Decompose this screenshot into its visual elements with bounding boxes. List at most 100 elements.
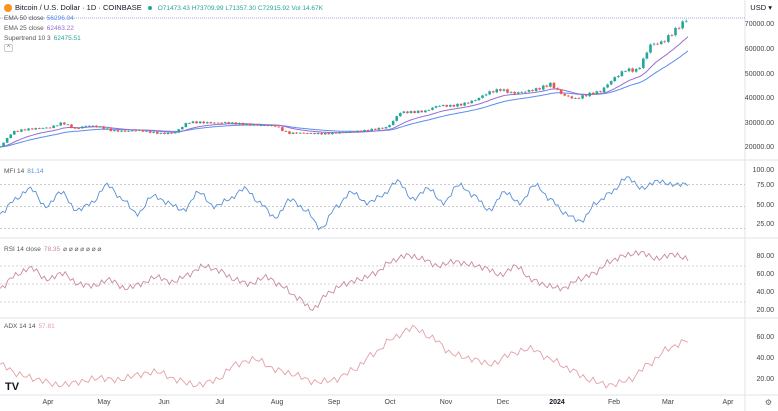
candle-body (599, 91, 602, 93)
adx-value: 57.81 (38, 323, 55, 330)
mfi-axis-label: 75.00 (756, 182, 774, 189)
candle-body (449, 104, 452, 107)
candle-body (398, 112, 402, 117)
candle-body (670, 35, 674, 37)
candle-body (323, 132, 327, 135)
candle-body (617, 76, 620, 78)
candle-body (524, 91, 527, 93)
market-status-icon (147, 6, 152, 11)
candle-body (138, 130, 141, 131)
candle-body (381, 127, 384, 129)
candle-body (30, 128, 34, 130)
candle-body (195, 121, 198, 124)
candle-body (384, 127, 388, 129)
currency-selector[interactable]: USD ▾ (750, 3, 772, 12)
rsi-legend[interactable]: RSI 14 close 78.35 ⌀ ⌀ ⌀ ⌀ ⌀ ⌀ ⌀ (4, 245, 101, 253)
candle-body (495, 89, 499, 93)
candle-body (2, 142, 5, 147)
candle-body (645, 52, 649, 59)
candle-body (223, 122, 227, 124)
candle-body (520, 91, 524, 93)
time-axis-label: May (97, 399, 111, 406)
candle-body (370, 128, 373, 131)
candle-body (627, 68, 631, 72)
chevron-down-icon: ▾ (768, 3, 772, 12)
candle-body (252, 124, 256, 126)
candle-body (281, 127, 284, 131)
tradingview-logo[interactable]: TV (5, 381, 19, 393)
ema25-legend[interactable]: EMA 25 close 62463.22 (4, 25, 74, 32)
ema50-legend[interactable]: EMA 50 close 56296.04 (4, 15, 74, 22)
candle-body (148, 130, 152, 133)
candle-body (656, 43, 659, 45)
supertrend-legend[interactable]: Supertrend 10 3 62475.51 (4, 35, 81, 42)
mfi-legend[interactable]: MFI 14 81.14 (4, 168, 44, 175)
candle-body (570, 96, 574, 99)
candle-body (152, 131, 155, 133)
price-axis-label: 60000.00 (744, 46, 774, 53)
candle-body (263, 125, 266, 127)
candle-body (466, 102, 470, 104)
bitcoin-logo-icon (4, 4, 12, 13)
rsi-label: RSI 14 close (4, 246, 41, 253)
collapse-legend-button[interactable]: ^ (4, 44, 13, 52)
symbol-header[interactable]: Bitcoin / U.S. Dollar · 1D · COINBASE O71… (4, 3, 323, 13)
candle-body (677, 27, 681, 29)
candle-body (334, 132, 338, 134)
candle-body (105, 128, 109, 130)
candle-body (506, 89, 509, 93)
candle-body (41, 127, 45, 129)
candle-body (216, 122, 220, 124)
candle-body (66, 124, 70, 126)
candle-body (155, 131, 159, 134)
time-axis-label: Feb (607, 399, 621, 406)
candle-body (177, 129, 181, 133)
chart-canvas[interactable] (0, 0, 778, 411)
candle-body (12, 130, 16, 135)
candle-body (327, 132, 331, 135)
candle-body (231, 122, 234, 124)
candle-body (116, 130, 120, 132)
candle-body (80, 126, 84, 129)
candle-body (527, 90, 531, 92)
candle-body (438, 105, 441, 107)
candle-body (642, 58, 645, 68)
candle-body (409, 111, 413, 114)
time-axis-label: Aug (270, 399, 284, 406)
candle-body (191, 121, 195, 124)
candle-body (431, 107, 434, 110)
candle-body (130, 130, 134, 132)
mfi-axis-label: 25.00 (756, 221, 774, 228)
candle-body (452, 104, 456, 107)
ema25-value: 62463.22 (46, 25, 74, 32)
candle-body (534, 88, 538, 91)
time-axis-label: Jul (215, 399, 225, 406)
open-value: O71473.43 (157, 5, 190, 12)
candle-body (595, 91, 599, 95)
candle-body (331, 132, 334, 135)
time-axis-label: Jun (158, 399, 170, 406)
candle-body (188, 123, 191, 124)
candle-body (356, 130, 359, 132)
candle-body (549, 82, 552, 87)
ema50-value: 56296.04 (46, 15, 74, 22)
time-axis-label: Apr (42, 399, 54, 406)
candle-body (288, 131, 291, 134)
candle-body (48, 127, 52, 129)
adx-legend[interactable]: ADX 14 14 57.81 (4, 323, 55, 330)
adx-line (0, 324, 689, 389)
candle-body (209, 122, 213, 124)
candle-body (488, 91, 491, 95)
candle-body (113, 130, 116, 132)
rsi-axis-label: 20.00 (756, 307, 774, 314)
low-value: L71357.30 (225, 5, 257, 12)
candle-body (541, 85, 545, 90)
time-axis-label: Mar (661, 399, 675, 406)
candle-body (559, 89, 563, 94)
price-axis-label: 20000.00 (744, 144, 774, 151)
mfi-label: MFI 14 (4, 168, 25, 175)
settings-gear-icon[interactable]: ⚙ (765, 398, 772, 407)
candle-body (27, 128, 30, 131)
candle-body (45, 127, 48, 129)
symbol-title: Bitcoin / U.S. Dollar · 1D · COINBASE (15, 3, 142, 12)
